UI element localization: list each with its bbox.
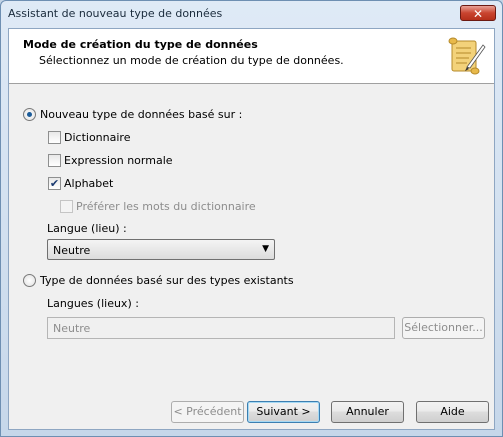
radio-new-type-label[interactable]: Nouveau type de données basé sur : [40, 108, 242, 121]
checkbox-alphabet[interactable]: ✔ [48, 177, 61, 190]
langue-label: Langue (lieu) : [47, 222, 127, 235]
radio-existing-types[interactable] [23, 274, 36, 287]
scroll-quill-icon [448, 37, 486, 75]
checkbox-expression-normale[interactable] [48, 154, 61, 167]
radio-new-type[interactable] [23, 108, 36, 121]
page-subtitle: Sélectionnez un mode de création du type… [39, 54, 344, 67]
next-button[interactable]: Suivant > [247, 401, 320, 423]
langues-field-value: Neutre [53, 322, 91, 335]
langues-field: Neutre [47, 317, 395, 339]
page-title: Mode de création du type de données [23, 38, 258, 51]
previous-button: < Précédent [171, 401, 244, 423]
checkbox-dictionnaire[interactable] [48, 131, 61, 144]
radio-existing-types-label[interactable]: Type de données basé sur des types exist… [40, 274, 294, 287]
checkbox-preferer-mots [60, 200, 73, 213]
client-area: Mode de création du type de données Séle… [8, 28, 495, 430]
langues-label: Langues (lieux) : [47, 297, 139, 310]
checkbox-dictionnaire-label[interactable]: Dictionnaire [64, 131, 130, 144]
cancel-button[interactable]: Annuler [331, 401, 404, 423]
window-title: Assistant de nouveau type de données [8, 7, 223, 20]
langue-dropdown-value: Neutre [53, 244, 91, 257]
close-button[interactable]: ✕ [460, 5, 496, 21]
checkmark-icon: ✔ [49, 177, 60, 190]
checkbox-alphabet-label[interactable]: Alphabet [64, 177, 113, 190]
wizard-header: Mode de création du type de données Séle… [9, 29, 494, 84]
chevron-down-icon: ▼ [262, 244, 269, 254]
title-bar: Assistant de nouveau type de données ✕ [1, 1, 502, 27]
wizard-window: Assistant de nouveau type de données ✕ M… [0, 0, 503, 437]
checkbox-expression-normale-label[interactable]: Expression normale [64, 154, 173, 167]
langue-dropdown[interactable]: Neutre ▼ [47, 239, 275, 260]
help-button[interactable]: Aide [416, 401, 489, 423]
select-languages-button: Sélectionner... [402, 317, 485, 339]
checkbox-preferer-mots-label: Préférer les mots du dictionnaire [76, 200, 256, 213]
